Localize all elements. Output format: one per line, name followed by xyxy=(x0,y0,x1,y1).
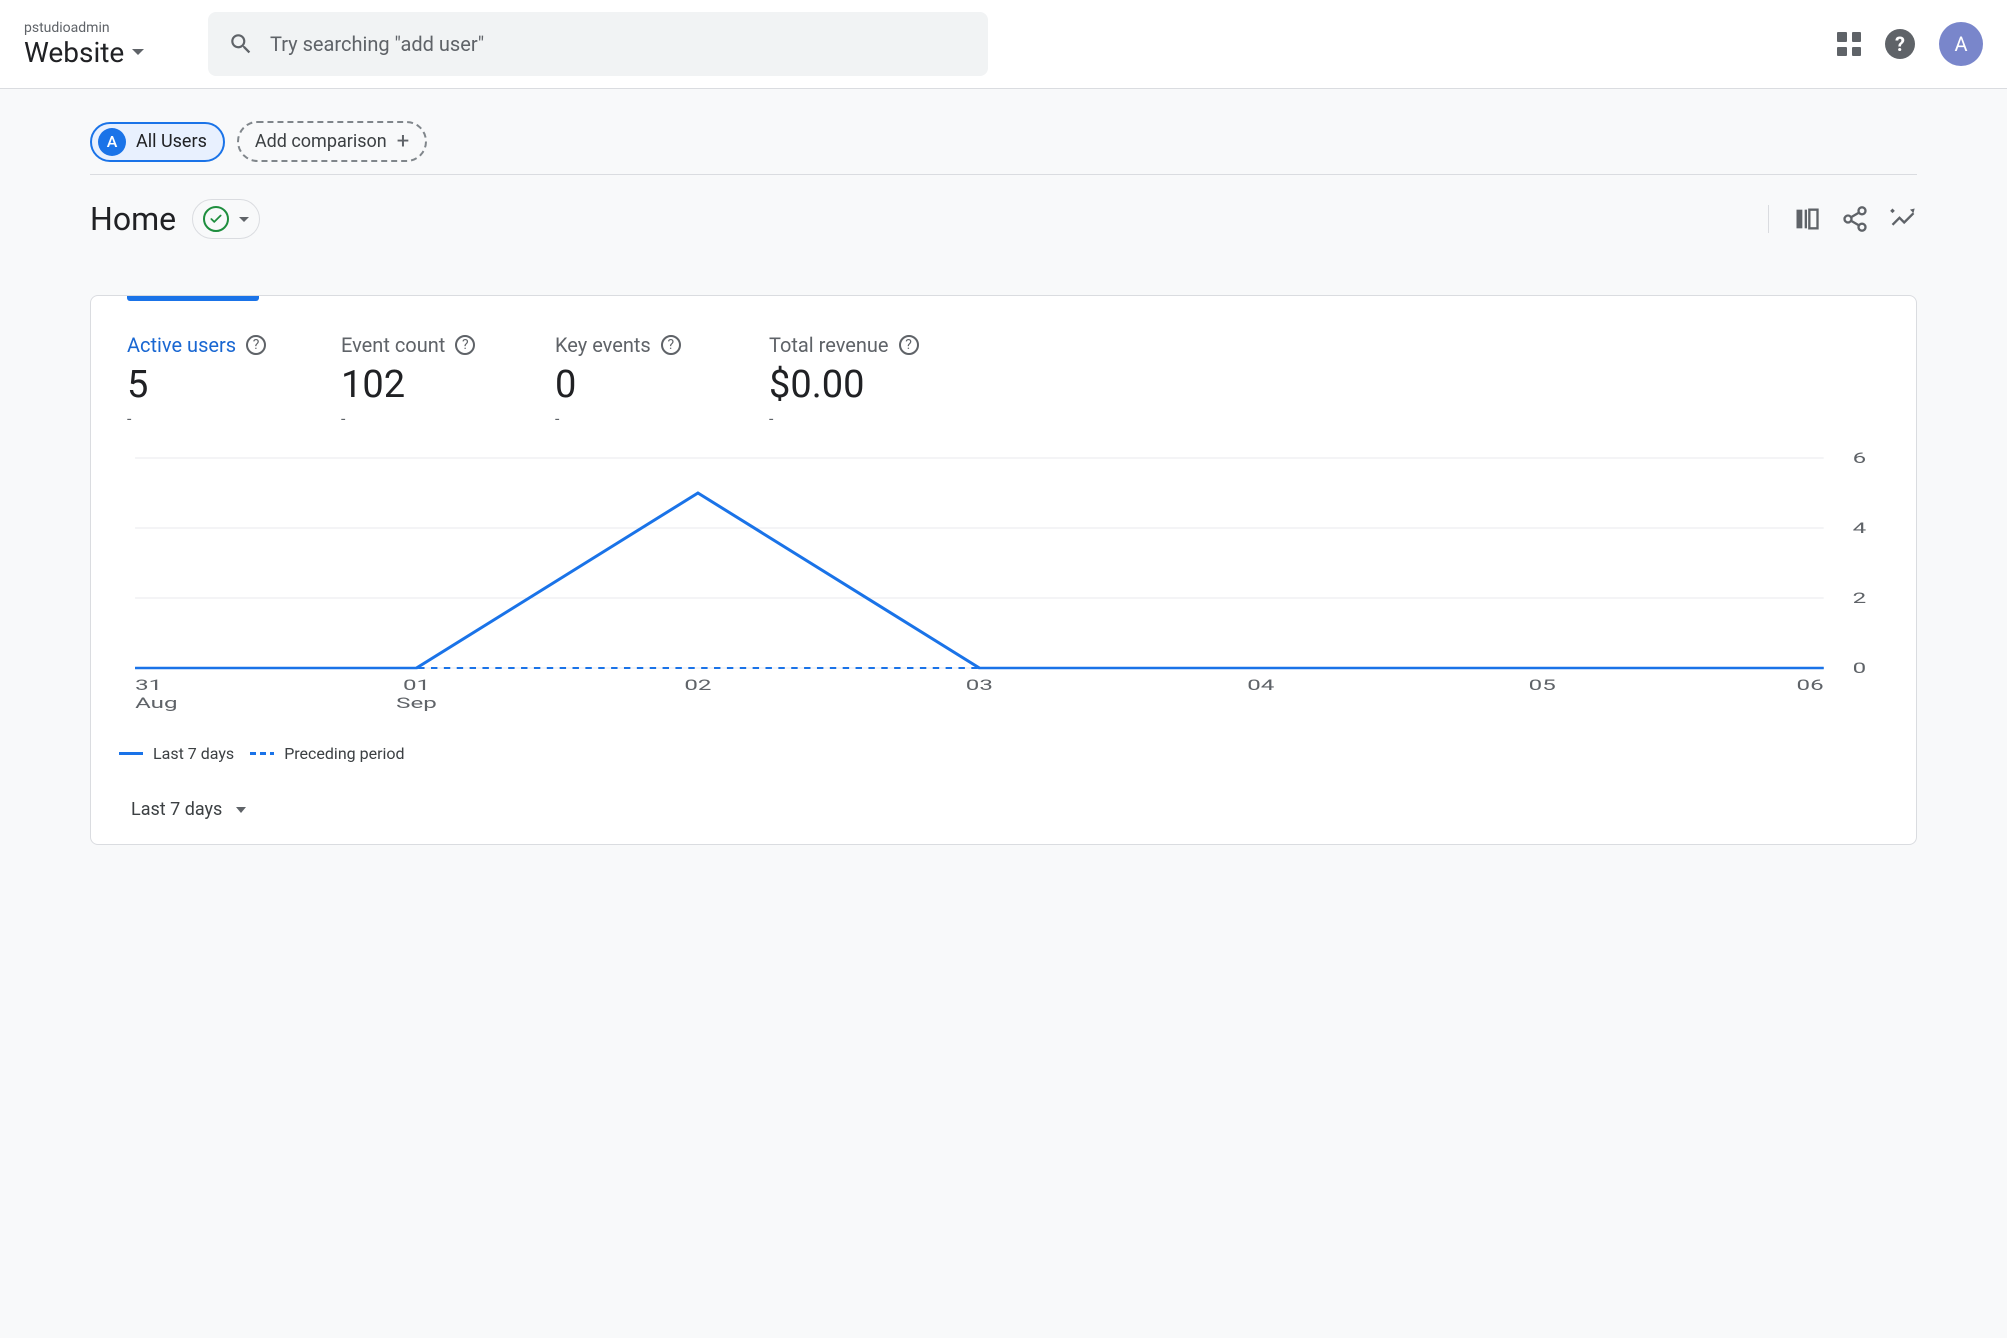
dropdown-triangle-icon xyxy=(132,49,144,55)
legend-dashed-line-icon xyxy=(250,752,274,755)
insights-icon[interactable] xyxy=(1889,205,1917,233)
apps-icon[interactable] xyxy=(1837,32,1861,56)
svg-text:31: 31 xyxy=(135,676,162,694)
metric-key-events[interactable]: Key events ? 0 - xyxy=(555,333,705,428)
top-header: pstudioadmin Website ? A xyxy=(0,0,2007,89)
metric-event-count[interactable]: Event count ? 102 - xyxy=(341,333,491,428)
search-input[interactable] xyxy=(270,32,968,56)
comparison-row: A All Users Add comparison + xyxy=(90,109,1917,175)
title-toolbar xyxy=(1768,205,1917,233)
date-range-label: Last 7 days xyxy=(131,799,222,820)
chart-container: 024631Aug01Sep0203040506 xyxy=(119,448,1888,732)
metric-active-users[interactable]: Active users ? 5 - xyxy=(127,333,277,428)
metric-label: Event count xyxy=(341,333,445,357)
metric-value: 102 xyxy=(341,363,491,407)
header-right: ? A xyxy=(1837,22,1983,66)
metric-delta: - xyxy=(769,409,919,428)
legend-previous-label: Preceding period xyxy=(284,744,404,763)
metric-value: 0 xyxy=(555,363,705,407)
metric-delta: - xyxy=(341,409,491,428)
property-section: pstudioadmin Website xyxy=(24,20,184,69)
help-circle-icon[interactable]: ? xyxy=(246,335,266,355)
svg-text:4: 4 xyxy=(1853,519,1867,537)
tab-indicator xyxy=(127,296,259,301)
check-circle-icon xyxy=(203,206,229,232)
legend-solid-line-icon xyxy=(119,752,143,755)
line-chart: 024631Aug01Sep0203040506 xyxy=(119,448,1888,728)
add-comparison-button[interactable]: Add comparison + xyxy=(237,121,427,162)
dropdown-triangle-icon xyxy=(239,217,249,222)
help-circle-icon[interactable]: ? xyxy=(455,335,475,355)
svg-text:05: 05 xyxy=(1529,676,1556,694)
title-row: Home xyxy=(90,175,1917,263)
all-users-label: All Users xyxy=(136,131,207,152)
chart-legend: Last 7 days Preceding period xyxy=(119,744,1888,763)
compare-columns-icon[interactable] xyxy=(1793,205,1821,233)
help-icon[interactable]: ? xyxy=(1885,29,1915,59)
svg-text:04: 04 xyxy=(1247,676,1274,694)
metric-delta: - xyxy=(127,409,277,428)
metric-value: $0.00 xyxy=(769,363,919,407)
metric-delta: - xyxy=(555,409,705,428)
dropdown-triangle-icon xyxy=(236,807,246,813)
svg-text:0: 0 xyxy=(1853,659,1867,677)
help-circle-icon[interactable]: ? xyxy=(661,335,681,355)
status-chip[interactable] xyxy=(192,199,260,239)
metric-total-revenue[interactable]: Total revenue ? $0.00 - xyxy=(769,333,919,428)
metric-label: Key events xyxy=(555,333,651,357)
svg-text:01: 01 xyxy=(403,676,430,694)
content-area: A All Users Add comparison + Home Active xyxy=(0,89,2007,865)
plus-icon: + xyxy=(397,129,409,154)
legend-current-label: Last 7 days xyxy=(153,744,234,763)
svg-text:06: 06 xyxy=(1797,676,1824,694)
property-name: Website xyxy=(24,36,124,69)
page-title: Home xyxy=(90,200,176,238)
svg-text:03: 03 xyxy=(966,676,993,694)
help-circle-icon[interactable]: ? xyxy=(899,335,919,355)
chip-badge: A xyxy=(98,128,126,156)
date-range-selector[interactable]: Last 7 days xyxy=(119,799,1888,820)
svg-text:2: 2 xyxy=(1853,589,1867,607)
search-icon xyxy=(228,31,254,57)
metric-label: Total revenue xyxy=(769,333,889,357)
metric-label: Active users xyxy=(127,333,236,357)
search-bar[interactable] xyxy=(208,12,988,76)
all-users-chip[interactable]: A All Users xyxy=(90,122,225,162)
property-account-label: pstudioadmin xyxy=(24,20,184,36)
overview-card: Active users ? 5 - Event count ? 102 - K… xyxy=(90,295,1917,845)
avatar[interactable]: A xyxy=(1939,22,1983,66)
svg-text:Aug: Aug xyxy=(135,694,177,712)
svg-text:Sep: Sep xyxy=(396,694,437,712)
svg-text:02: 02 xyxy=(684,676,711,694)
metrics-row: Active users ? 5 - Event count ? 102 - K… xyxy=(119,325,1888,428)
svg-text:6: 6 xyxy=(1853,449,1867,467)
metric-value: 5 xyxy=(127,363,277,407)
share-icon[interactable] xyxy=(1841,205,1869,233)
add-comparison-label: Add comparison xyxy=(255,131,387,152)
property-selector[interactable]: Website xyxy=(24,36,184,69)
